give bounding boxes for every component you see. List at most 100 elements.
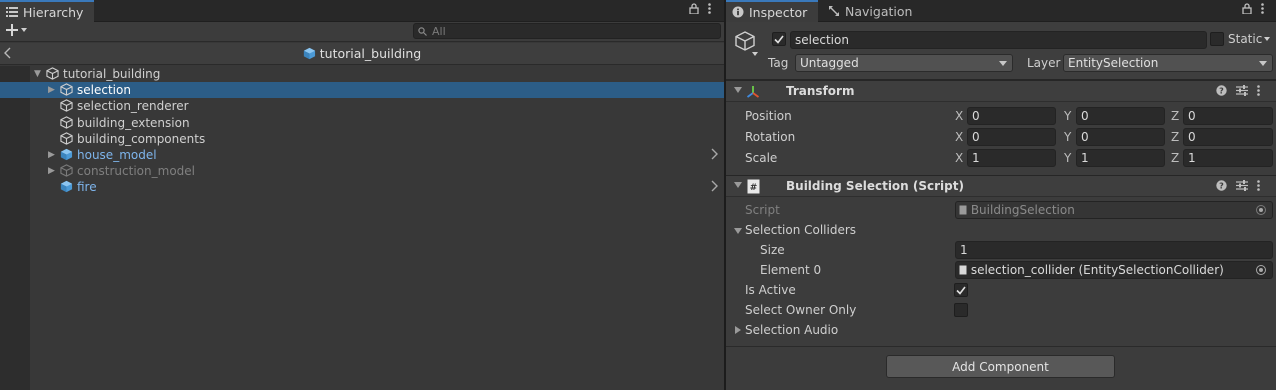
gameobject-cube-icon	[60, 164, 73, 177]
chevron-down-icon	[21, 28, 27, 32]
tab-navigation[interactable]: Navigation	[822, 0, 922, 22]
foldout-collapsed-icon[interactable]	[735, 326, 741, 334]
prefab-cube-icon	[60, 180, 73, 193]
foldout-collapsed-icon[interactable]: ▶	[48, 85, 55, 95]
plus-icon	[6, 24, 18, 36]
transform-axes-icon	[745, 84, 761, 100]
svg-text:?: ?	[1219, 86, 1224, 95]
icon-picker-chevron-icon[interactable]	[752, 52, 758, 56]
script-value: BuildingSelection	[970, 203, 1075, 217]
transform-position-label: Position	[745, 109, 792, 123]
axis-x-label[interactable]: X	[955, 130, 963, 144]
selection-audio-label[interactable]: Selection Audio	[745, 323, 838, 337]
open-prefab-chevron-icon[interactable]	[711, 148, 718, 160]
hierarchy-row-house-model[interactable]: ▶ house_model	[0, 147, 724, 163]
axis-z-label[interactable]: Z	[1171, 109, 1179, 123]
transform-header[interactable]: Transform ?	[726, 80, 1276, 102]
create-dropdown-button[interactable]	[6, 24, 27, 36]
element0-object-field[interactable]: selection_collider (EntitySelectionColli…	[955, 261, 1273, 279]
presets-icon[interactable]	[1236, 85, 1248, 96]
select-owner-only-checkbox[interactable]	[954, 303, 968, 317]
tag-dropdown[interactable]: Untagged	[795, 54, 1013, 72]
search-input[interactable]: All	[413, 23, 721, 39]
static-dropdown-chevron-icon[interactable]	[1264, 37, 1270, 41]
hierarchy-row-construction-model[interactable]: ▶ construction_model	[0, 163, 724, 179]
add-component-button[interactable]: Add Component	[886, 355, 1115, 378]
tab-inspector[interactable]: Inspector	[726, 0, 818, 22]
svg-text:#: #	[750, 183, 758, 193]
search-icon	[418, 26, 427, 36]
hierarchy-row-selection-renderer[interactable]: selection_renderer	[0, 98, 724, 114]
script-object-field: BuildingSelection	[955, 201, 1273, 219]
script-file-icon: #	[747, 179, 760, 194]
transform-position-x-field[interactable]: 0	[967, 107, 1056, 125]
script-component-header[interactable]: # Building Selection (Script) ?	[726, 175, 1276, 197]
axis-y-label[interactable]: Y	[1064, 109, 1071, 123]
hierarchy-row-building-extension[interactable]: building_extension	[0, 115, 724, 131]
help-icon[interactable]: ?	[1216, 85, 1227, 96]
transform-scale-y-field[interactable]: 1	[1076, 149, 1165, 167]
transform-scale-z-field[interactable]: 1	[1183, 149, 1273, 167]
foldout-collapsed-icon[interactable]: ▶	[48, 166, 55, 176]
search-placeholder: All	[432, 24, 446, 38]
kebab-menu-icon[interactable]	[1257, 180, 1260, 191]
kebab-menu-icon[interactable]	[1261, 3, 1264, 14]
active-checkbox[interactable]	[772, 32, 786, 46]
foldout-expanded-icon[interactable]	[734, 182, 742, 188]
gameobject-cube-icon[interactable]	[734, 30, 756, 52]
chevron-down-icon	[1259, 61, 1267, 66]
prefab-cube-icon	[60, 148, 73, 161]
gameobject-cube-icon	[60, 99, 73, 113]
hierarchy-panel: Hierarchy All tutorial_building ▼ tutori…	[0, 0, 724, 390]
tab-navigation-label: Navigation	[845, 3, 913, 19]
kebab-menu-icon[interactable]	[1257, 85, 1260, 96]
select-owner-only-label: Select Owner Only	[745, 303, 857, 317]
transform-position-z-field[interactable]: 0	[1183, 107, 1273, 125]
axis-z-label[interactable]: Z	[1171, 130, 1179, 144]
axis-y-label[interactable]: Y	[1064, 151, 1071, 165]
gameobject-name-field[interactable]: selection	[790, 31, 1207, 49]
chevron-down-icon	[999, 61, 1007, 66]
inspector-tabbar: Inspector Navigation	[726, 0, 1276, 22]
transform-rotation-y-field[interactable]: 0	[1076, 128, 1165, 146]
open-prefab-chevron-icon[interactable]	[711, 180, 718, 192]
tab-hierarchy[interactable]: Hierarchy	[0, 0, 94, 22]
axis-x-label[interactable]: X	[955, 151, 963, 165]
help-icon[interactable]: ?	[1216, 180, 1227, 191]
layer-dropdown[interactable]: EntitySelection	[1063, 54, 1273, 72]
hierarchy-row-label: house_model	[77, 148, 157, 162]
tag-label: Tag	[768, 56, 789, 70]
foldout-expanded-icon[interactable]: ▼	[34, 69, 41, 79]
size-field[interactable]: 1	[955, 241, 1273, 259]
lock-icon[interactable]	[689, 3, 699, 14]
foldout-collapsed-icon[interactable]: ▶	[48, 150, 55, 160]
script-file-icon	[959, 205, 967, 215]
static-label: Static	[1228, 32, 1263, 46]
separator	[726, 346, 1276, 347]
object-picker-icon[interactable]	[1256, 265, 1266, 275]
transform-position-y-field[interactable]: 0	[1076, 107, 1165, 125]
layer-value: EntitySelection	[1068, 56, 1159, 70]
lock-icon[interactable]	[1242, 3, 1252, 14]
is-active-checkbox[interactable]	[954, 283, 968, 297]
hierarchy-row-fire[interactable]: fire	[0, 179, 724, 195]
kebab-menu-icon[interactable]	[708, 3, 711, 14]
axis-x-label[interactable]: X	[955, 109, 963, 123]
transform-rotation-z-field[interactable]: 0	[1183, 128, 1273, 146]
axis-y-label[interactable]: Y	[1064, 130, 1071, 144]
selection-colliders-label[interactable]: Selection Colliders	[745, 223, 856, 237]
foldout-expanded-icon[interactable]	[734, 87, 742, 93]
hierarchy-row-selection[interactable]: ▶ selection	[0, 82, 724, 99]
presets-icon[interactable]	[1236, 180, 1248, 191]
transform-rotation-x-field[interactable]: 0	[967, 128, 1056, 146]
element0-value: selection_collider (EntitySelectionColli…	[970, 263, 1224, 277]
axis-z-label[interactable]: Z	[1171, 151, 1179, 165]
object-picker-icon	[1256, 205, 1266, 215]
hierarchy-row-tutorial-building[interactable]: ▼ tutorial_building	[0, 66, 724, 82]
transform-header-icons: ?	[1216, 85, 1260, 96]
static-checkbox[interactable]	[1210, 32, 1224, 46]
transform-scale-x-field[interactable]: 1	[967, 149, 1056, 167]
hierarchy-row-building-components[interactable]: building_components	[0, 131, 724, 147]
scene-header: tutorial_building	[0, 43, 724, 65]
foldout-expanded-icon[interactable]	[734, 228, 742, 234]
